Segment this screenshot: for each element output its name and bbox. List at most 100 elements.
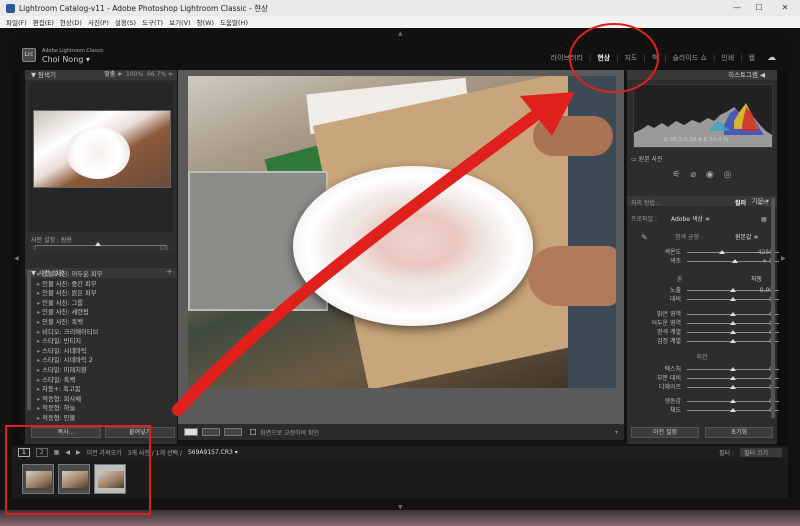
copy-settings-button[interactable]: 복사... (31, 427, 101, 438)
before-after-button[interactable] (202, 428, 220, 436)
slider-knob[interactable] (730, 367, 736, 371)
preset-item[interactable]: 인물 사진: 그룹 (37, 299, 173, 309)
film-thumbnail-3[interactable] (94, 464, 126, 494)
minimize-button[interactable]: — (726, 0, 748, 16)
slider-knob[interactable] (730, 288, 736, 292)
histogram-header[interactable]: 히스토그램 ◀ (627, 70, 777, 80)
cloud-icon[interactable]: ☁ (767, 53, 776, 63)
preset-item[interactable]: 자동+: 흑고봄 (37, 385, 173, 395)
preset-item[interactable]: 스타일: 시네마틱 (37, 347, 173, 357)
slider-knob[interactable] (730, 321, 736, 325)
slider-tone-1[interactable]: 대비0 (631, 295, 779, 304)
redeye-tool-icon[interactable]: ◉ (706, 170, 714, 180)
preset-item[interactable]: 적응형: 피사체 (37, 395, 173, 405)
menu-edit[interactable]: 편집(E) (33, 17, 54, 27)
zoom-100[interactable]: 100% (126, 71, 143, 78)
paste-settings-button[interactable]: 붙여넣기 (105, 427, 175, 438)
slider-tone-0[interactable]: 노출 0.00 (631, 286, 779, 295)
slider-knob[interactable] (730, 297, 736, 301)
navigator-header[interactable]: ▼ 탐색기 맞춤 ≑ 100% 66.7% ≑ (25, 70, 177, 80)
module-library[interactable]: 라이브러리 (551, 53, 583, 63)
slider-tone2-0[interactable]: 밝은 영역0 (631, 310, 779, 319)
slider-knob[interactable] (730, 408, 736, 412)
slider-knob[interactable] (730, 399, 736, 403)
grid-icon[interactable]: ▦ (54, 449, 60, 456)
preset-item[interactable]: 인물 사진: 세련됨 (37, 308, 173, 318)
right-scrollbar[interactable] (771, 198, 775, 418)
filter-dropdown[interactable]: 필터 끄기 (740, 447, 782, 457)
softproof-checkbox[interactable] (250, 429, 256, 435)
zoom-66[interactable]: 66.7% (147, 71, 166, 78)
slider-tone2-3[interactable]: 검정 계열0 (631, 337, 779, 346)
presets-scrollbar[interactable] (27, 270, 31, 410)
page2-button[interactable]: 2 (35, 447, 48, 457)
menu-tools[interactable]: 도구(T) (142, 17, 163, 27)
profile-dropdown[interactable]: Adobe 색상 ≑ (671, 214, 710, 226)
collapse-top-icon[interactable]: ▲ (398, 30, 403, 37)
preset-item[interactable]: 인물 사진: 어두운 피부 (37, 270, 173, 280)
close-button[interactable]: ✕ (774, 0, 796, 16)
slider-knob[interactable] (730, 312, 736, 316)
preset-item[interactable]: 적응형: 인물 (37, 414, 173, 424)
owner-name[interactable]: Choi Nong ▾ (42, 55, 90, 64)
main-photo[interactable] (188, 76, 616, 388)
menu-help[interactable]: 도움말(H) (220, 17, 248, 27)
previous-settings-button[interactable]: 이전 설정 (631, 427, 699, 438)
wb-dropdown[interactable]: 원본값 ≑ (735, 232, 759, 244)
slider-knob[interactable] (731, 259, 738, 263)
histogram[interactable]: R 58.3 G 58.6 B 55.4 % (633, 84, 773, 148)
treatment-color-button[interactable]: 컬러 (735, 198, 746, 210)
slider-presence-0[interactable]: 텍스처0 (631, 365, 779, 374)
menu-develop[interactable]: 현상(D) (60, 17, 82, 27)
slider-presence2-0[interactable]: 생동감0 (631, 397, 779, 406)
mask-tool-icon[interactable]: ◎ (724, 170, 732, 180)
slider-temp_tint-1[interactable]: 색조 + 5 (631, 257, 779, 266)
original-photo-toggle[interactable]: ▭ 원본 사진 (631, 154, 663, 163)
preset-item[interactable]: 비디오: 크리에이티브 (37, 328, 173, 338)
heal-tool-icon[interactable]: ⌀ (690, 170, 695, 180)
navigator-thumbnail[interactable] (33, 110, 171, 188)
preset-item[interactable]: 스타일: 빈티지 (37, 337, 173, 347)
loupe-view-button[interactable] (184, 428, 198, 436)
forward-arrow-icon[interactable]: ▶ (76, 449, 81, 456)
slider-presence2-1[interactable]: 채도0 (631, 406, 779, 415)
preset-item[interactable]: 적응형: 하늘 (37, 404, 173, 414)
module-print[interactable]: 인쇄 (721, 53, 734, 63)
back-arrow-icon[interactable]: ◀ (65, 449, 70, 456)
preset-item[interactable]: 스타일: 시네마틱 2 (37, 356, 173, 366)
treatment-bw-button[interactable]: 흑백 (757, 198, 768, 210)
slider-knob[interactable] (718, 250, 725, 254)
film-thumbnail-2[interactable] (58, 464, 90, 494)
reset-button[interactable]: 초기화 (705, 427, 773, 438)
module-slideshow[interactable]: 슬라이드 쇼 (673, 53, 707, 63)
page1-button[interactable]: 1 (18, 447, 30, 457)
slider-tone2-1[interactable]: 어두운 영역0 (631, 319, 779, 328)
menu-file[interactable]: 파일(F) (6, 17, 27, 27)
filmstrip-filename[interactable]: S69A9157.CR3 ▾ (188, 449, 238, 456)
slider-presence-2[interactable]: 디헤이즈0 (631, 383, 779, 392)
toolbar-menu-icon[interactable]: ▾ (615, 429, 618, 436)
module-map[interactable]: 지도 (624, 53, 637, 63)
slider-knob[interactable] (730, 376, 736, 380)
collapse-left-icon[interactable]: ◀ (14, 255, 19, 262)
preset-item[interactable]: 인물 사진: 중간 피부 (37, 280, 173, 290)
edit-tool-icon[interactable]: ⚟ (672, 170, 680, 180)
preset-item[interactable]: 스타일: 미래지향 (37, 366, 173, 376)
menu-settings[interactable]: 설정(S) (115, 17, 136, 27)
preset-item[interactable]: 인물 사진: 밝은 피부 (37, 289, 173, 299)
slider-tone2-2[interactable]: 흰색 계열0 (631, 328, 779, 337)
preset-item[interactable]: 인물 사진: 흑백 (37, 318, 173, 328)
film-thumbnail-1[interactable] (22, 464, 54, 494)
slider-temp_tint-0[interactable]: 색온도 4250 (631, 248, 779, 257)
slider-knob[interactable] (730, 385, 736, 389)
preset-item[interactable]: 스타일: 흑백 (37, 376, 173, 386)
module-book[interactable]: 책 (652, 53, 658, 63)
auto-tone-button[interactable]: 자동 (751, 274, 762, 286)
slider-presence-1[interactable]: 부분 대비0 (631, 374, 779, 383)
menu-photo[interactable]: 사진(P) (88, 17, 109, 27)
module-develop[interactable]: 현상 (597, 53, 610, 63)
preset-amount-slider[interactable] (35, 245, 167, 246)
filmstrip-source[interactable]: 이전 가져오기 (87, 448, 122, 457)
menu-view[interactable]: 보기(V) (169, 17, 190, 27)
maximize-button[interactable]: ☐ (748, 0, 770, 16)
